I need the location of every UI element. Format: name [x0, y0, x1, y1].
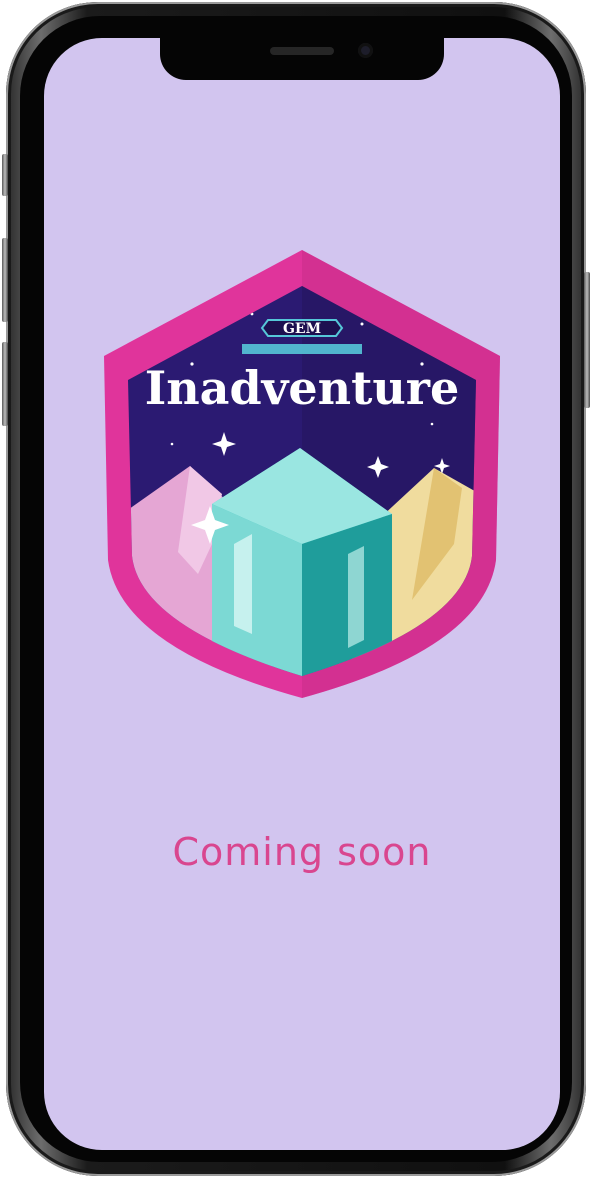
phone-frame: GEM Inadventure Coming soon [2, 2, 590, 1176]
volume-up-button [2, 238, 8, 322]
mute-switch [2, 154, 8, 196]
coming-soon-label: Coming soon [172, 830, 432, 874]
gem-highlight [234, 534, 252, 634]
power-button [584, 272, 590, 408]
speaker-grille [270, 47, 334, 55]
notch [160, 38, 444, 80]
app-screen: GEM Inadventure Coming soon [44, 38, 560, 1150]
gem-inadventure-logo: GEM Inadventure [104, 250, 500, 698]
gem-highlight-right [348, 546, 364, 648]
badge-title: Inadventure [145, 361, 460, 415]
badge-kicker-label: GEM [283, 321, 321, 337]
front-camera [358, 43, 373, 58]
volume-down-button [2, 342, 8, 426]
